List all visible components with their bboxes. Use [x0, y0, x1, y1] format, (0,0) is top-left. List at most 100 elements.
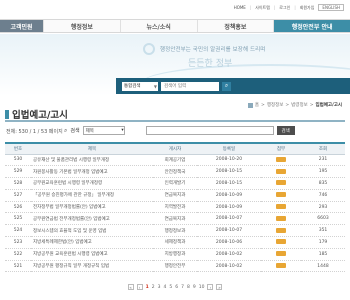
table-row[interactable]: 528 공무원교육훈련법 시행령 일부개정령 인력개발기 2008-10-15 …: [5, 177, 345, 190]
attachment-icon[interactable]: [276, 168, 286, 174]
row-author: 안전정책국: [153, 165, 197, 179]
row-author: 지역발전과: [153, 201, 197, 214]
chevron-down-icon: ▼: [153, 83, 157, 89]
table-row[interactable]: 530 공유재산 및 물품관리법 시행령 일부개정 회계공기업 2008-10-…: [5, 154, 345, 167]
util-link-home[interactable]: HOME: [234, 5, 246, 10]
site-search-input[interactable]: [161, 81, 219, 91]
row-number: 522: [5, 248, 31, 261]
breadcrumb-item[interactable]: 홈: [255, 102, 259, 108]
col-header-author: 게시자: [153, 142, 197, 155]
attachment-icon[interactable]: [276, 204, 286, 210]
attachment-icon[interactable]: [276, 227, 286, 233]
table-row[interactable]: 523 지방세특례제한법(안) 입법예고 세제정책과 2008-10-06 17…: [5, 236, 345, 249]
util-link-login[interactable]: 로그인: [279, 5, 290, 11]
page-link-current[interactable]: 1: [146, 285, 149, 290]
filter-label: 검색: [70, 128, 80, 134]
table-row[interactable]: 524 정보시스템의 효율적 도입 및 운영 입법 행정정보과 2008-10-…: [5, 224, 345, 238]
row-title-link[interactable]: 공유재산 및 물품관리법 시행령 일부개정: [31, 154, 153, 167]
page-link[interactable]: 3: [158, 285, 161, 290]
nav-tab-ministry-guide[interactable]: 행정안전부 안내: [274, 20, 350, 32]
attachment-icon[interactable]: [276, 156, 286, 162]
attachment-icon[interactable]: [276, 192, 286, 198]
row-date: 2008-10-07: [197, 212, 261, 226]
title-bullet-icon: [5, 109, 9, 119]
row-author: 행정정보과: [153, 224, 197, 238]
page-link[interactable]: 8: [187, 285, 190, 290]
row-date: 2008-10-02: [197, 248, 261, 261]
row-title-link[interactable]: 공무원교육훈련법 시행령 일부개정령: [31, 177, 153, 190]
row-title-link[interactable]: 「공무원 승진평가에 관한 규정」 일부개정: [31, 189, 153, 202]
attachment-icon[interactable]: [276, 251, 286, 257]
last-page-icon[interactable]: »: [216, 284, 223, 290]
site-search-bar: 통합검색 ▼ ⌕: [116, 78, 350, 94]
main-nav: 고객민원 행정정보 뉴스/소식 정책홍보 행정안전부 안내: [0, 19, 350, 33]
row-views: 835: [301, 177, 345, 190]
page-link[interactable]: 9: [193, 285, 196, 290]
notice-table: 번호 제목 게시자 등록일 첨부 조회 530 공유재산 및 물품관리법 시행령…: [5, 142, 345, 273]
prev-page-icon[interactable]: ‹: [136, 284, 143, 290]
breadcrumb-item[interactable]: 행정정보: [267, 102, 284, 108]
row-number: 526: [5, 201, 31, 214]
nav-tab-civil[interactable]: 고객민원: [0, 20, 44, 32]
table-row[interactable]: 526 전자정부법 일부개정법률(안) 입법예고 지역발전과 2008-10-0…: [5, 201, 345, 214]
row-views: 1448: [301, 260, 345, 273]
col-header-title: 제목: [31, 142, 153, 155]
page-link[interactable]: 5: [169, 285, 172, 290]
row-views: 351: [301, 224, 345, 238]
table-row[interactable]: 522 지방공무원 교육훈련법 시행령 입법예고 지방행정과 2008-10-0…: [5, 248, 345, 261]
page-link[interactable]: 2: [152, 285, 155, 290]
table-row[interactable]: 529 자원봉사활동 기본법 일부개정 입법예고 안전정책국 2008-10-1…: [5, 165, 345, 179]
row-author: 회계공기업: [153, 154, 197, 167]
next-page-icon[interactable]: ›: [207, 284, 214, 290]
row-title-link[interactable]: 지방세특례제한법(안) 입법예고: [31, 236, 153, 249]
page-link[interactable]: 10: [199, 285, 205, 290]
banner-slogan-large: 든든한 정부: [188, 59, 233, 69]
pagination: « ‹ 1 2 3 4 5 6 7 8 9 10 › »: [0, 284, 350, 290]
row-title-link[interactable]: 자원봉사활동 기본법 일부개정 입법예고: [31, 165, 153, 179]
attachment-icon[interactable]: [276, 215, 286, 221]
row-title-link[interactable]: 공무원연금법 전부개정법률(안) 입법예고: [31, 212, 153, 226]
row-date: 2008-10-02: [197, 260, 261, 273]
breadcrumb-current: 입법예고/고시: [315, 103, 342, 108]
filter-keyword-input[interactable]: [145, 126, 274, 135]
util-link-sitemap[interactable]: 사이트맵: [255, 5, 270, 11]
page-title-text: 입법예고/고시: [12, 110, 68, 121]
row-title-link[interactable]: 지방공무원 평정규칙 일부 개정규칙 입법: [31, 260, 153, 273]
row-title-link[interactable]: 전자정부법 일부개정법률(안) 입법예고: [31, 201, 153, 214]
filter-field-select[interactable]: 제목 ▾: [82, 126, 125, 135]
table-row[interactable]: 525 공무원연금법 전부개정법률(안) 입법예고 연금복지과 2008-10-…: [5, 212, 345, 226]
search-scope-value: 통합검색: [124, 84, 141, 89]
search-icon[interactable]: ⌕: [222, 81, 231, 91]
language-link[interactable]: ENGLISH: [318, 4, 344, 11]
row-number: 524: [5, 224, 31, 238]
page-link[interactable]: 7: [181, 285, 184, 290]
magnifier-icon: ⌕: [64, 126, 68, 134]
row-number: 527: [5, 189, 31, 202]
row-title-link[interactable]: 정보시스템의 효율적 도입 및 운영 입법: [31, 224, 153, 238]
row-date: 2008-10-20: [197, 154, 261, 167]
attachment-icon[interactable]: [276, 180, 286, 186]
nav-tab-news[interactable]: 뉴스/소식: [121, 20, 198, 32]
search-scope-select[interactable]: 통합검색 ▼: [122, 81, 158, 91]
chevron-down-icon: ▾: [121, 128, 124, 133]
col-header-attachment: 첨부: [261, 142, 301, 155]
filter-search-button[interactable]: 검색: [276, 126, 295, 135]
attachment-icon[interactable]: [276, 239, 286, 245]
page-title: 입법예고/고시: [5, 107, 68, 121]
row-views: 185: [301, 248, 345, 261]
page-link[interactable]: 6: [175, 285, 178, 290]
row-views: 746: [301, 189, 345, 202]
page-link[interactable]: 4: [163, 285, 166, 290]
row-date: 2008-10-15: [197, 177, 261, 190]
row-title-link[interactable]: 지방공무원 교육훈련법 시행령 입법예고: [31, 248, 153, 261]
row-author: 세제정책과: [153, 236, 197, 249]
nav-tab-policy[interactable]: 정책홍보: [198, 20, 275, 32]
nav-tab-admin-info[interactable]: 행정정보: [44, 20, 121, 32]
table-row[interactable]: 521 지방공무원 평정규칙 일부 개정규칙 입법 행정안전부 2008-10-…: [5, 260, 345, 273]
util-link-join[interactable]: 회원가입: [300, 5, 315, 11]
first-page-icon[interactable]: «: [127, 284, 134, 290]
home-icon[interactable]: [247, 102, 253, 108]
breadcrumb-item[interactable]: 법령정보: [291, 102, 308, 108]
table-row[interactable]: 527 「공무원 승진평가에 관한 규정」 일부개정 연금복지과 2008-10…: [5, 189, 345, 202]
attachment-icon[interactable]: [276, 263, 286, 269]
